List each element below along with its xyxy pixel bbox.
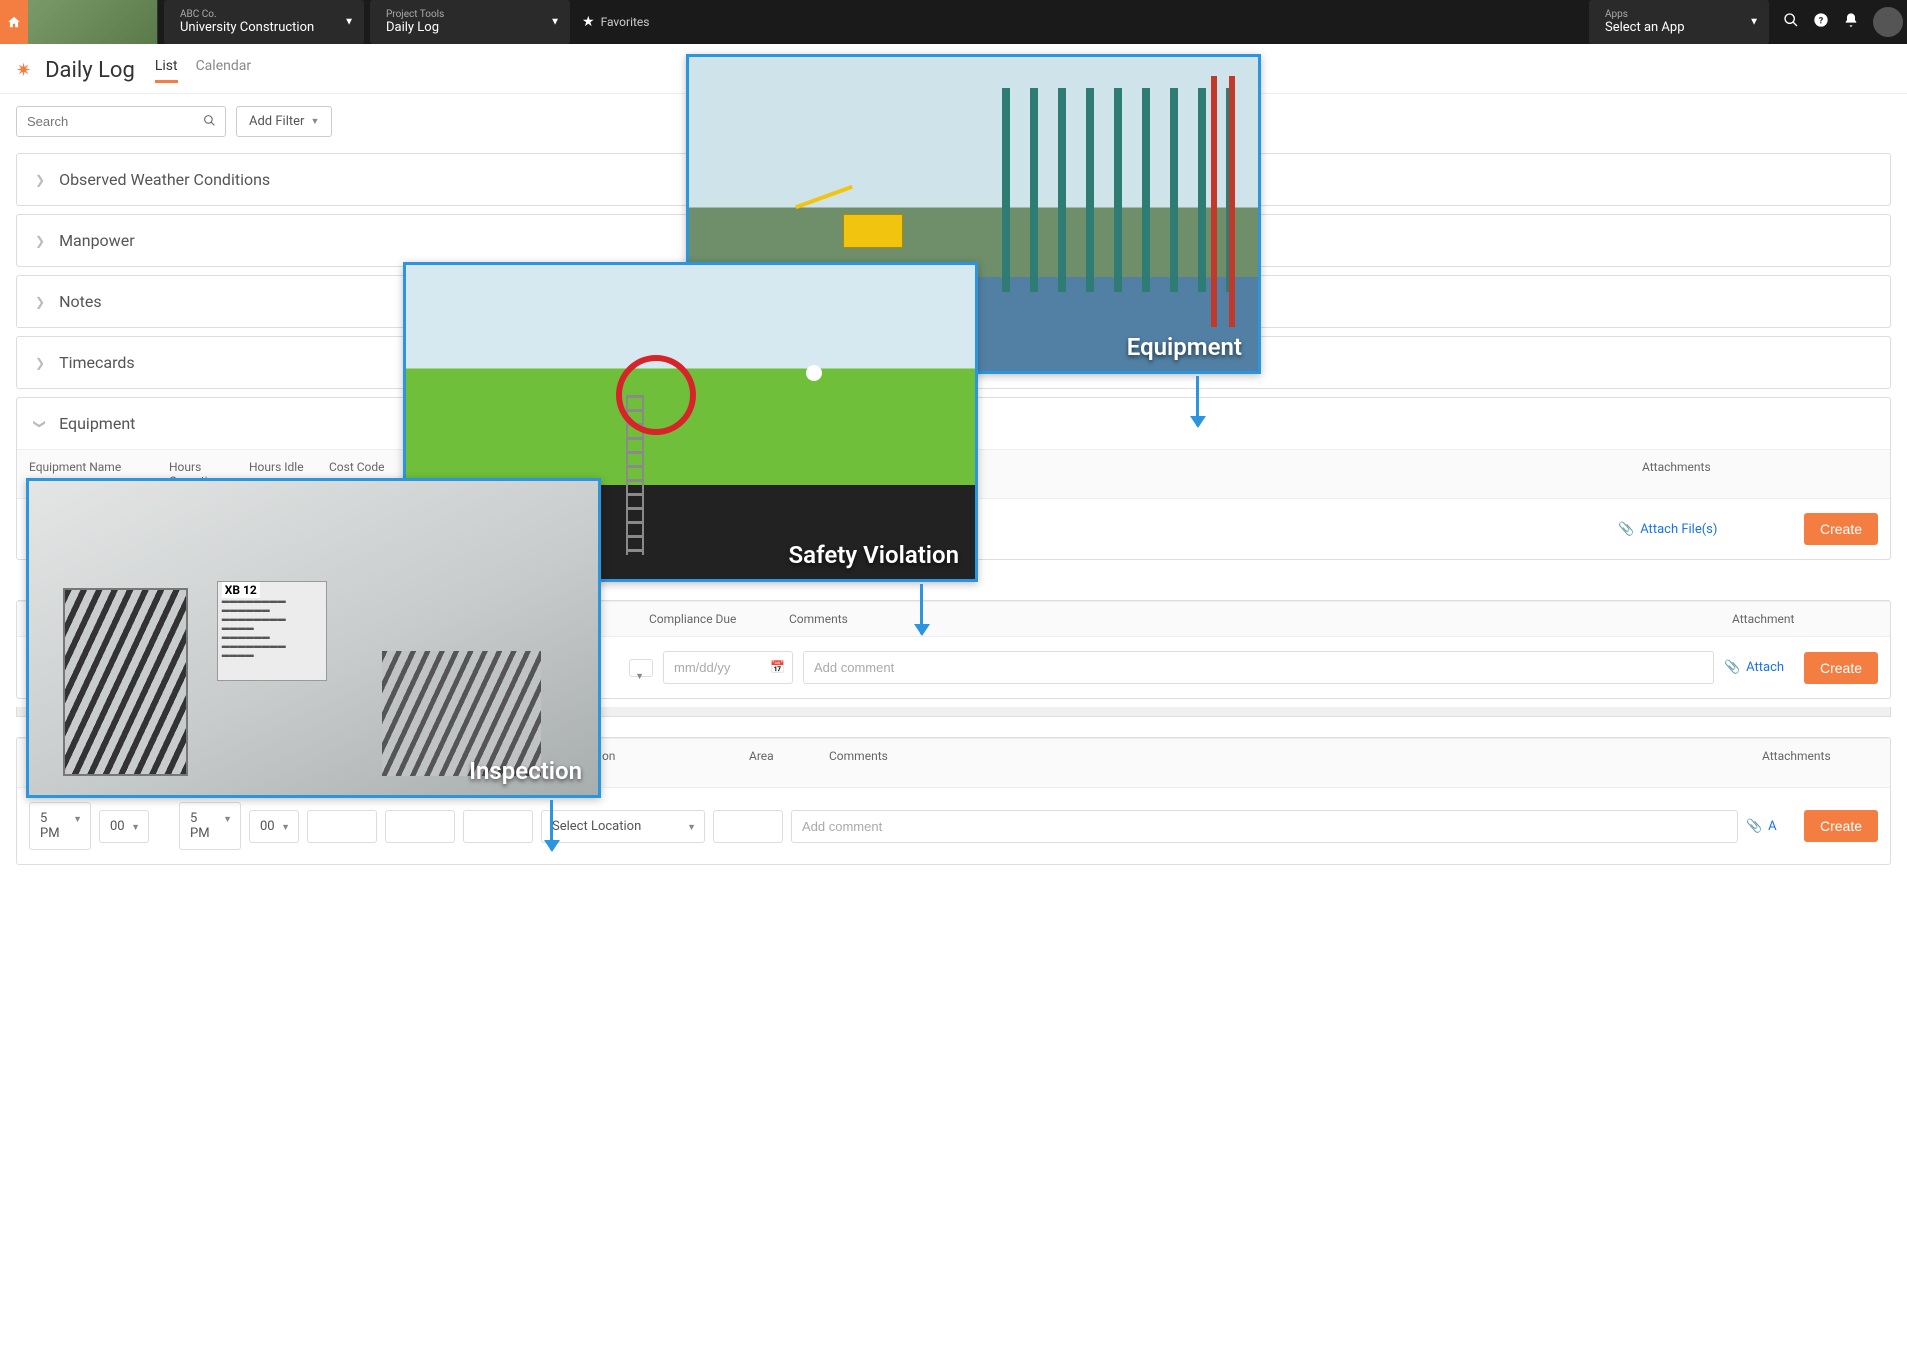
tools-dropdown[interactable]: Project Tools Daily Log ▼ [370,0,570,44]
inspection-row: 5 PM▼ 00▼ 5 PM▼ 00▼ Select Location▼ 📎 A… [17,788,1890,864]
attach-files-link[interactable]: 📎 Attach File(s) [1618,522,1798,537]
tab-list[interactable]: List [155,58,178,83]
col-attachments: Attachments [1630,450,1810,498]
safety-dropdown[interactable]: ▼ [629,659,653,677]
start-min-select[interactable]: 00▼ [99,810,149,843]
comments-input[interactable] [803,651,1714,684]
overlay-caption: Safety Violation [789,541,959,569]
tab-calendar[interactable]: Calendar [196,58,252,83]
attach-link[interactable]: 📎 Attach [1724,660,1794,675]
star-icon: ★ [582,14,595,30]
caret-down-icon: ▼ [687,822,696,833]
area-input[interactable] [713,810,783,843]
page-title: Daily Log [45,58,135,83]
overlay-caption: Inspection [469,757,582,785]
create-button[interactable]: Create [1804,810,1878,842]
apps-dropdown[interactable]: Apps Select an App ▼ [1589,0,1769,44]
section-label: Observed Weather Conditions [59,170,270,189]
paperclip-icon: 📎 [1724,660,1740,675]
insp-type-input[interactable] [307,810,377,843]
col-attachments: Attachment [1720,602,1810,636]
col-area: Area [737,739,817,787]
end-hour-select[interactable]: 5 PM▼ [179,802,241,850]
caret-down-icon: ▼ [344,17,354,28]
location-select[interactable]: Select Location▼ [541,810,705,843]
company-label: ABC Co. [180,9,348,20]
col-compliance-due: Compliance Due [637,602,777,636]
chevron-right-icon: ❯ [35,356,45,370]
apps-value: Select an App [1605,20,1753,35]
paperclip-icon: 📎 [1746,819,1762,834]
caret-down-icon: ▼ [281,822,290,833]
home-button[interactable] [0,0,28,44]
end-min-select[interactable]: 00▼ [249,810,299,843]
insp-entity-input[interactable] [385,810,455,843]
attach-label: Attach File(s) [1640,522,1717,537]
comments-input[interactable] [791,810,1738,843]
add-filter-label: Add Filter [249,114,304,129]
worker-graphic [806,365,822,381]
attach-label: Attach [1746,660,1784,675]
favorites-label: Favorites [601,15,650,29]
attach-link[interactable]: 📎 A [1746,819,1796,834]
col-attachments: Attachments [1750,739,1820,787]
inspector-input[interactable] [463,810,533,843]
caret-down-icon: ▼ [73,814,82,825]
overlay-caption: Equipment [1127,333,1242,361]
user-avatar[interactable] [1873,7,1903,37]
chevron-right-icon: ❯ [35,234,45,248]
tools-value: Daily Log [386,20,554,35]
help-icon[interactable]: ? [1813,12,1829,32]
section-label: Equipment [59,414,135,433]
apps-label: Apps [1605,9,1753,20]
section-label: Manpower [59,231,135,250]
bell-icon[interactable] [1843,12,1859,32]
create-button[interactable]: Create [1804,652,1878,684]
project-thumbnail[interactable] [28,0,158,44]
caret-down-icon: ▼ [131,822,140,833]
section-label: Notes [59,292,102,311]
company-dropdown[interactable]: ABC Co. University Construction ▼ [164,0,364,44]
overlay-inspection-photo: XB 12 ▬▬▬▬▬▬▬▬▬▬▬▬▬▬▬▬▬▬▬▬▬▬▬▬▬▬▬▬▬▬▬▬▬▬… [26,478,601,798]
arrow-down-icon [1196,376,1199,426]
company-value: University Construction [180,20,348,35]
arrow-down-icon [550,800,553,850]
caret-down-icon: ▼ [550,17,560,28]
chevron-right-icon: ❯ [35,173,45,187]
top-nav: ABC Co. University Construction ▼ Projec… [0,0,1907,44]
chevron-down-icon: ❯ [33,418,47,428]
start-hour-select[interactable]: 5 PM▼ [29,802,91,850]
crane-graphic [843,214,903,248]
equipment-label-sticker: XB 12 ▬▬▬▬▬▬▬▬▬▬▬▬▬▬▬▬▬▬▬▬▬▬▬▬▬▬▬▬▬▬▬▬▬▬… [217,581,327,681]
add-filter-button[interactable]: Add Filter ▼ [236,106,332,137]
arrow-down-icon [920,584,923,634]
caret-down-icon: ▼ [635,671,644,682]
gear-icon[interactable]: ✷ [16,60,31,81]
search-input[interactable] [16,106,226,137]
svg-text:?: ? [1819,15,1824,26]
attach-label: A [1768,819,1776,834]
vent-graphic [63,588,188,776]
section-label: Timecards [59,353,135,372]
paperclip-icon: 📎 [1618,522,1634,537]
create-button[interactable]: Create [1804,513,1878,545]
caret-down-icon: ▼ [223,814,232,825]
favorites[interactable]: ★ Favorites [570,0,661,44]
caret-down-icon: ▼ [310,116,319,127]
search-icon[interactable] [203,114,216,131]
chevron-right-icon: ❯ [35,295,45,309]
violation-circle [616,355,696,435]
tools-label: Project Tools [386,9,554,20]
search-icon[interactable] [1783,12,1799,32]
col-comments: Comments [817,739,1750,787]
calendar-icon[interactable]: 📅 [770,660,785,674]
caret-down-icon: ▼ [1749,17,1759,28]
